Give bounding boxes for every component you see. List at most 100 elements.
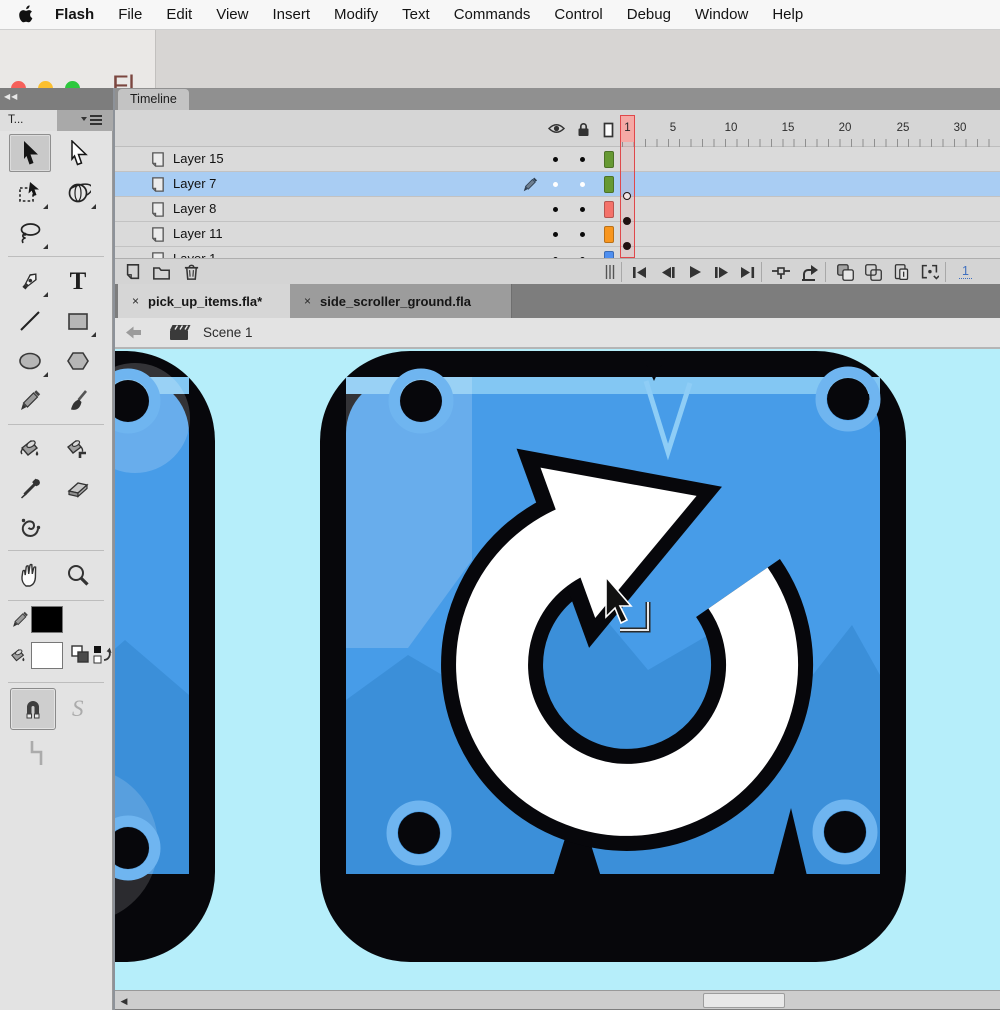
tool-paint-bucket[interactable]	[9, 430, 51, 468]
panel-menu-icon[interactable]	[81, 114, 103, 126]
layer-outline-color[interactable]	[604, 226, 614, 243]
layer-visibility-dot[interactable]	[553, 232, 558, 237]
layer-outline-color[interactable]	[604, 251, 614, 258]
new-folder-button[interactable]	[149, 262, 173, 282]
show-layers-as-outlines-icon[interactable]	[603, 122, 614, 138]
show-hide-all-layers-icon[interactable]	[548, 122, 565, 135]
onion-skin-button[interactable]	[833, 262, 857, 282]
free-transform-tool-icon	[17, 180, 43, 206]
layer-visibility-dot[interactable]	[553, 182, 558, 187]
back-button[interactable]	[125, 325, 142, 340]
step-back-button[interactable]	[655, 262, 679, 282]
new-layer-button[interactable]	[121, 262, 145, 282]
layer-row-layer-11[interactable]: Layer 11	[113, 222, 1000, 247]
menu-item-insert[interactable]: Insert	[260, 6, 322, 23]
layer-lock-dot[interactable]	[580, 232, 585, 237]
layer-row-layer-8[interactable]: Layer 8	[113, 197, 1000, 222]
layer-row-layer-7[interactable]: Layer 7	[113, 172, 1000, 197]
tool-pen[interactable]	[9, 262, 51, 300]
layer-lock-dot[interactable]	[580, 157, 585, 162]
ruler-frame-30: 30	[954, 122, 967, 134]
tool-selection[interactable]	[9, 134, 51, 172]
layer-lock-dot[interactable]	[580, 182, 585, 187]
menu-item-help[interactable]: Help	[760, 6, 815, 23]
layer-outline-color[interactable]	[604, 151, 614, 168]
collapse-panel-icon[interactable]: ◀◀	[4, 92, 18, 101]
tool-text[interactable]: T	[57, 262, 99, 300]
delete-layer-button[interactable]	[179, 262, 203, 282]
onion-skin-outlines-button[interactable]	[861, 262, 885, 282]
center-frame-button[interactable]	[769, 262, 793, 282]
apple-menu-icon[interactable]	[18, 5, 35, 24]
text-tool-icon: T	[65, 268, 91, 294]
tool-eraser[interactable]	[57, 470, 99, 508]
tool-zoom[interactable]	[57, 556, 99, 594]
menu-item-view[interactable]: View	[204, 6, 260, 23]
tool-3d-rotation[interactable]	[57, 174, 99, 212]
go-to-last-frame-button[interactable]	[735, 262, 759, 282]
menu-item-text[interactable]: Text	[390, 6, 442, 23]
tool-oval[interactable]	[9, 342, 51, 380]
tool-free-transform[interactable]	[9, 174, 51, 212]
snap-to-objects-toggle[interactable]	[10, 688, 56, 730]
timeline-ruler[interactable]: 5 10 15 20 25 30	[113, 110, 1000, 147]
tool-deco[interactable]	[9, 508, 51, 546]
tool-rectangle[interactable]	[57, 302, 99, 340]
layer-page-icon	[149, 251, 166, 258]
lock-unlock-all-layers-icon[interactable]	[576, 122, 591, 137]
stage-canvas[interactable]	[113, 349, 1000, 990]
layer-visibility-dot[interactable]	[553, 207, 558, 212]
menu-item-modify[interactable]: Modify	[322, 6, 390, 23]
scroll-left-button[interactable]: ◀	[117, 994, 131, 1008]
default-colors-icon[interactable]	[70, 644, 90, 666]
tool-hand[interactable]	[9, 556, 51, 594]
swap-colors-icon[interactable]	[92, 644, 112, 666]
close-tab-icon[interactable]: ×	[132, 294, 139, 308]
playhead[interactable]: 1	[620, 115, 635, 258]
layer-row-layer-1[interactable]: Layer 1	[113, 247, 1000, 258]
layer-row-layer-15[interactable]: Layer 15	[113, 147, 1000, 172]
tab-timeline[interactable]: Timeline	[118, 89, 189, 110]
edit-multiple-frames-button[interactable]	[889, 262, 913, 282]
menu-item-flash[interactable]: Flash	[43, 6, 106, 23]
tool-lasso[interactable]	[9, 214, 51, 252]
doc-tab-side-scroller-ground[interactable]: × side_scroller_ground.fla	[290, 284, 512, 318]
tool-eyedropper[interactable]	[9, 470, 51, 508]
play-button[interactable]	[683, 262, 707, 282]
tools-panel-header: T...	[0, 110, 113, 131]
modify-markers-button[interactable]	[917, 262, 941, 282]
menu-item-commands[interactable]: Commands	[442, 6, 543, 23]
menu-item-edit[interactable]: Edit	[154, 6, 204, 23]
scrollbar-thumb[interactable]	[703, 993, 785, 1008]
close-tab-icon[interactable]: ×	[304, 294, 311, 308]
doc-tab-pick-up-items[interactable]: × pick_up_items.fla*	[118, 284, 290, 318]
layer-outline-color[interactable]	[604, 201, 614, 218]
panel-splitter[interactable]	[113, 88, 115, 1010]
stroke-color-swatch[interactable]	[31, 606, 63, 633]
menu-item-control[interactable]: Control	[542, 6, 614, 23]
tool-subselection[interactable]	[57, 134, 99, 172]
go-to-first-frame-button[interactable]	[627, 262, 651, 282]
horizontal-scrollbar[interactable]: ◀	[113, 990, 1000, 1010]
tool-brush[interactable]	[57, 382, 99, 420]
layer-outline-color[interactable]	[604, 176, 614, 193]
loop-playback-button[interactable]	[797, 262, 821, 282]
menu-item-window[interactable]: Window	[683, 6, 760, 23]
current-frame-indicator[interactable]: 1	[959, 264, 972, 279]
tool-line[interactable]	[9, 302, 51, 340]
panel-drag-handle[interactable]	[605, 265, 615, 279]
menu-item-debug[interactable]: Debug	[615, 6, 683, 23]
step-forward-button[interactable]	[709, 262, 733, 282]
layer-visibility-dot[interactable]	[553, 157, 558, 162]
tool-polystar[interactable]	[57, 342, 99, 380]
menu-bar: Flash File Edit View Insert Modify Text …	[0, 0, 1000, 30]
tool-pencil[interactable]	[9, 382, 51, 420]
timeline-panel: 5 10 15 20 25 30 Layer 15	[113, 110, 1000, 284]
layer-lock-dot[interactable]	[580, 207, 585, 212]
step-forward-icon	[714, 266, 729, 279]
menu-item-file[interactable]: File	[106, 6, 154, 23]
scene-breadcrumb[interactable]: Scene 1	[203, 325, 253, 340]
tool-ink-bottle[interactable]	[57, 430, 99, 468]
tab-tools[interactable]: T...	[0, 110, 57, 131]
fill-color-swatch[interactable]	[31, 642, 63, 669]
